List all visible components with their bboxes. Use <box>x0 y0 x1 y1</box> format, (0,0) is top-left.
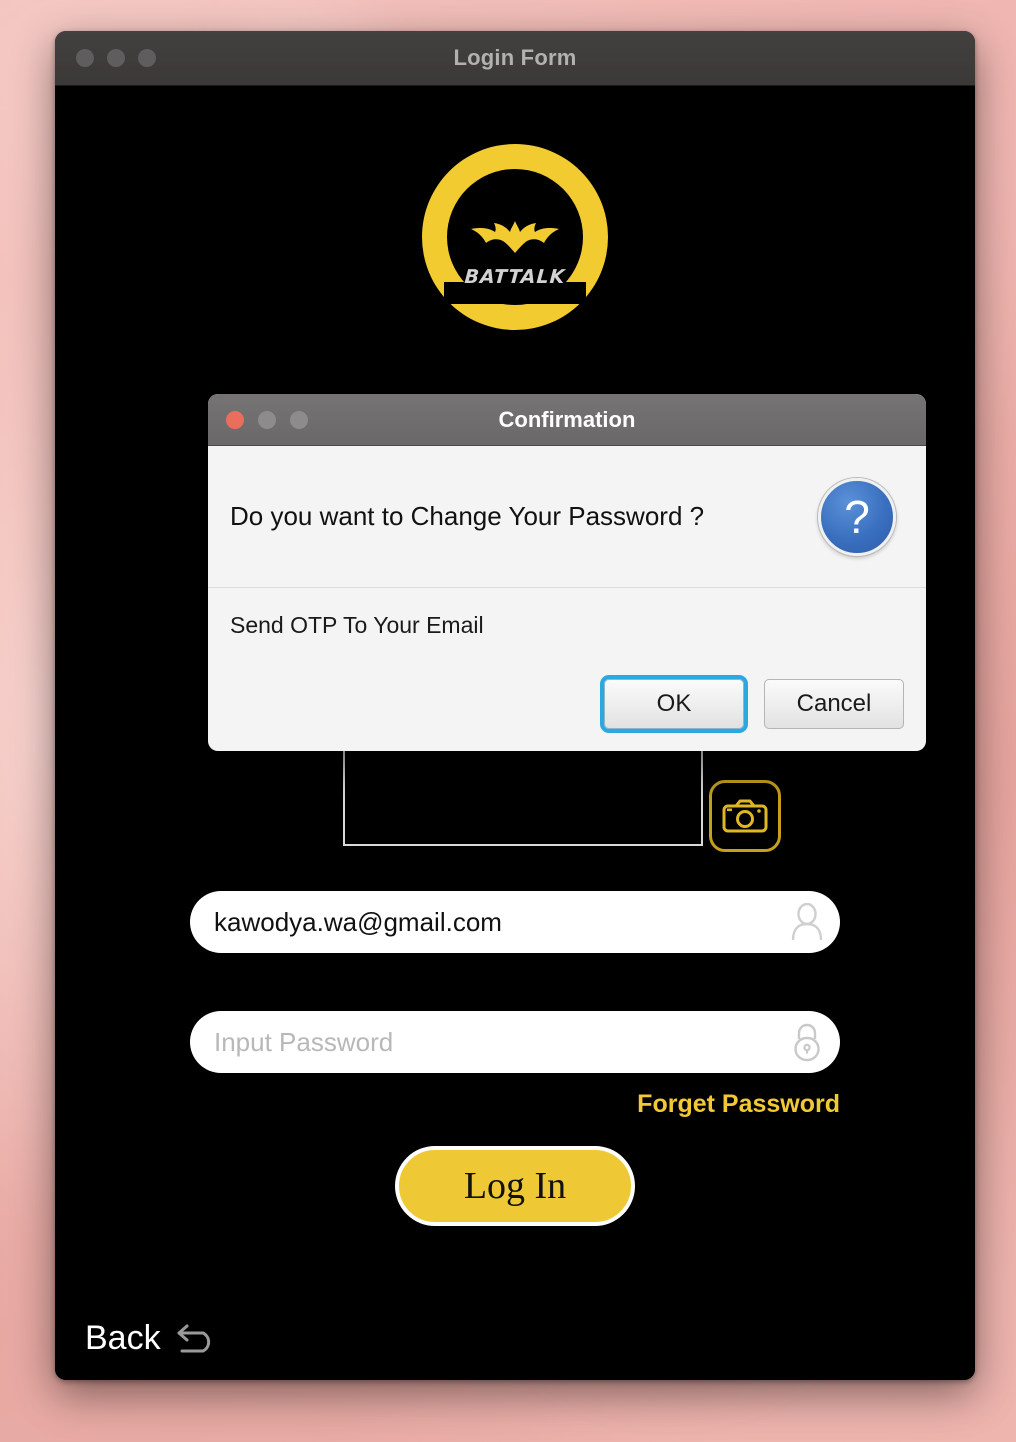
password-input[interactable]: Input Password <box>190 1027 774 1058</box>
email-input[interactable]: kawodya.wa@gmail.com <box>190 907 774 938</box>
login-button[interactable]: Log In <box>395 1146 635 1226</box>
camera-icon <box>722 799 768 833</box>
confirmation-dialog: Confirmation Do you want to Change Your … <box>208 394 926 751</box>
ok-button[interactable]: OK <box>604 679 744 729</box>
lock-icon <box>794 1023 820 1062</box>
confirmation-title: Confirmation <box>498 406 636 432</box>
back-button[interactable]: Back <box>85 1318 219 1358</box>
undo-arrow-icon <box>177 1324 210 1353</box>
question-mark-icon: ? <box>818 477 896 556</box>
lock-icon-wrapper <box>774 1021 840 1063</box>
maximize-button[interactable] <box>138 49 156 67</box>
logo-wordmark: BATTALK <box>463 266 567 288</box>
dialog-maximize-button[interactable] <box>290 410 308 429</box>
login-form-window: Login Form BATTALK kawodya.wa@gmail.com … <box>55 31 975 1380</box>
confirmation-question: Do you want to Change Your Password ? <box>230 501 705 531</box>
confirmation-subtext: Send OTP To Your Email <box>230 612 484 638</box>
login-window-traffic-lights <box>76 49 156 67</box>
minimize-button[interactable] <box>107 49 125 67</box>
dialog-minimize-button[interactable] <box>258 410 276 429</box>
confirmation-button-row: OK Cancel <box>604 679 904 729</box>
confirmation-message-row: Do you want to Change Your Password ? ? <box>208 446 926 588</box>
login-window-title: Login Form <box>453 45 577 70</box>
close-button[interactable] <box>76 49 94 67</box>
battalk-logo: BATTALK <box>422 144 608 330</box>
password-field[interactable]: Input Password <box>190 1011 840 1073</box>
user-icon <box>791 903 823 941</box>
forget-password-link[interactable]: Forget Password <box>55 1090 840 1119</box>
desktop-background: Login Form BATTALK kawodya.wa@gmail.com … <box>0 0 1016 1442</box>
confirmation-titlebar[interactable]: Confirmation <box>208 394 926 446</box>
user-icon-wrapper <box>774 903 840 941</box>
dialog-close-button[interactable] <box>226 410 244 429</box>
back-label: Back <box>85 1318 161 1357</box>
cancel-button[interactable]: Cancel <box>764 679 904 729</box>
email-field[interactable]: kawodya.wa@gmail.com <box>190 891 840 953</box>
login-window-titlebar[interactable]: Login Form <box>55 31 975 86</box>
camera-button[interactable] <box>709 780 781 852</box>
confirmation-traffic-lights <box>226 410 308 429</box>
bat-icon <box>471 221 559 253</box>
